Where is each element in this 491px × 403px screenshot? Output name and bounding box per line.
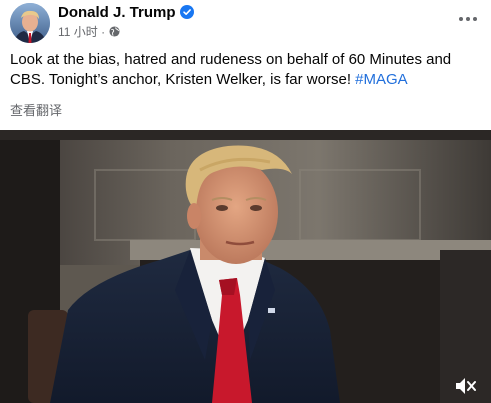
globe-icon[interactable]: [109, 26, 121, 37]
verified-badge-icon: [179, 5, 194, 19]
post-text: Look at the bias, hatred and rudeness on…: [10, 50, 480, 90]
post-meta: 11 小时 ·: [58, 24, 121, 40]
hashtag-link[interactable]: #MAGA: [355, 71, 408, 88]
avatar[interactable]: [10, 3, 50, 43]
facebook-post: Donald J. Trump 11 小时 · Look at the bias…: [0, 0, 491, 403]
see-translation-link[interactable]: 查看翻译: [10, 100, 62, 119]
video-player[interactable]: [0, 130, 491, 403]
more-options-icon[interactable]: [455, 9, 481, 29]
muted-speaker-icon[interactable]: [455, 377, 477, 395]
post-timestamp[interactable]: 11 小时: [58, 25, 98, 39]
author-name[interactable]: Donald J. Trump: [58, 4, 194, 22]
post-header: Donald J. Trump 11 小时 ·: [10, 3, 481, 43]
meta-separator: ·: [101, 25, 106, 39]
